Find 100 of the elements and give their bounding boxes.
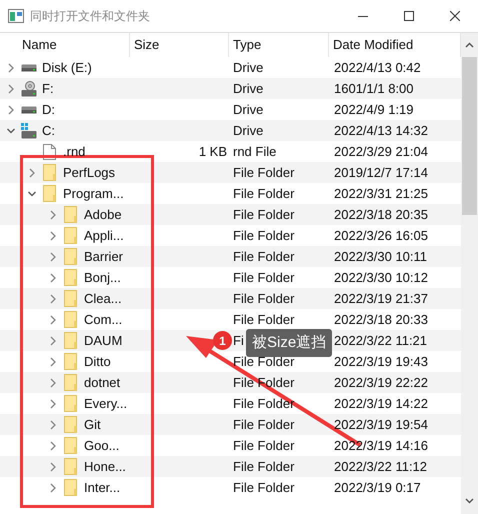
close-icon (450, 11, 460, 21)
item-date: 2022/3/29 21:04 (334, 144, 428, 159)
folder-icon (64, 395, 77, 412)
expand-chevron-icon[interactable] (49, 294, 57, 304)
collapse-chevron-icon[interactable] (7, 126, 15, 136)
expand-chevron-icon[interactable] (49, 252, 57, 262)
item-date: 2022/3/19 22:22 (334, 374, 428, 390)
item-date: 2022/3/22 11:21 (334, 332, 428, 348)
item-name: .rnd (63, 142, 86, 161)
expand-chevron-icon[interactable] (49, 272, 57, 282)
item-date: 2022/3/19 14:22 (334, 396, 428, 411)
scroll-thumb[interactable] (462, 57, 477, 215)
item-type: Drive (233, 122, 264, 138)
item-date: 2022/3/30 10:12 (334, 270, 428, 285)
folder-icon (64, 374, 77, 391)
expand-chevron-icon[interactable] (28, 168, 36, 178)
expand-chevron-icon[interactable] (49, 230, 57, 240)
item-name: Inter... (84, 478, 120, 497)
item-name: Git (84, 416, 101, 434)
item-name: dotnet (84, 374, 120, 392)
hard-drive-icon (20, 64, 36, 72)
item-name: Appli... (84, 226, 124, 245)
item-name: F: (42, 80, 54, 98)
folder-icon (64, 353, 77, 370)
folder-icon (43, 185, 56, 202)
item-date: 2022/4/13 14:32 (334, 122, 428, 138)
item-date: 2019/12/7 17:14 (334, 164, 428, 180)
item-type: File Folder (233, 290, 294, 306)
folder-icon (64, 458, 77, 475)
item-type: File Folder (233, 186, 294, 201)
expand-chevron-icon[interactable] (49, 420, 57, 430)
folder-icon (64, 479, 77, 496)
item-type: File Folder (233, 228, 294, 243)
scroll-up-icon[interactable] (465, 42, 474, 48)
tree-row[interactable]: Git File Folder 2022/3/19 19:54 (0, 414, 461, 435)
item-date: 2022/3/19 14:16 (334, 438, 428, 453)
item-date: 2022/4/13 0:42 (334, 60, 421, 75)
item-type: Fi (233, 332, 244, 348)
expand-chevron-icon[interactable] (49, 356, 57, 366)
item-date: 2022/3/19 19:43 (334, 354, 428, 369)
item-type: Drive (233, 102, 264, 117)
tree-row[interactable]: PerfLogs File Folder 2019/12/7 17:14 (0, 162, 461, 183)
expand-chevron-icon[interactable] (7, 84, 15, 94)
app-icon (8, 9, 24, 23)
expand-chevron-icon[interactable] (7, 62, 15, 72)
tree-row[interactable]: Adobe File Folder 2022/3/18 20:35 (0, 204, 461, 225)
tree-row[interactable]: F: Drive 1601/1/1 8:00 (0, 78, 461, 99)
item-name: Disk (E:) (42, 58, 92, 77)
item-size: 1 KB (198, 142, 227, 161)
tree-row[interactable]: Barrier File Folder 2022/3/30 10:11 (0, 246, 461, 267)
item-name: D: (42, 100, 55, 119)
item-type: File Folder (233, 480, 294, 495)
item-type: Drive (233, 60, 264, 75)
folder-icon (64, 227, 77, 244)
item-type: Drive (233, 80, 264, 96)
tree-row[interactable]: Hone... File Folder 2022/3/22 11:12 (0, 456, 461, 477)
item-type: File Folder (233, 270, 294, 285)
expand-chevron-icon[interactable] (7, 104, 15, 114)
expand-chevron-icon[interactable] (49, 336, 57, 346)
maximize-icon (404, 11, 414, 21)
item-type: File Folder (233, 396, 294, 411)
item-name: Adobe (84, 206, 122, 224)
folder-icon (43, 164, 56, 181)
item-date: 2022/3/19 0:17 (334, 480, 421, 495)
window-title: 同时打开文件和文件夹 (30, 8, 150, 25)
expand-chevron-icon[interactable] (49, 398, 57, 408)
expand-chevron-icon[interactable] (49, 210, 57, 220)
item-name: Every... (84, 394, 128, 413)
expand-chevron-icon[interactable] (49, 440, 57, 450)
item-type: File Folder (233, 416, 294, 432)
expand-chevron-icon[interactable] (49, 482, 57, 492)
hard-drive-icon (20, 106, 36, 114)
tree-row[interactable]: Clea... File Folder 2022/3/19 21:37 (0, 288, 461, 309)
folder-icon (64, 311, 77, 328)
item-type: rnd File (233, 144, 276, 159)
item-date: 2022/3/18 20:35 (334, 206, 428, 222)
item-name: Bonj... (84, 268, 121, 287)
expand-chevron-icon[interactable] (49, 314, 57, 324)
item-date: 2022/4/9 1:19 (334, 102, 414, 117)
item-date: 2022/3/19 19:54 (334, 416, 428, 432)
tree-row[interactable]: C: Drive 2022/4/13 14:32 (0, 120, 461, 141)
item-date: 2022/3/26 16:05 (334, 228, 428, 243)
scrollbar[interactable] (461, 33, 478, 514)
collapse-chevron-icon[interactable] (28, 188, 36, 198)
folder-icon (64, 206, 77, 223)
expand-chevron-icon[interactable] (49, 378, 57, 388)
item-type: File Folder (233, 438, 294, 453)
item-date: 1601/1/1 8:00 (334, 80, 414, 96)
folder-icon (64, 416, 77, 433)
item-name: Hone... (84, 458, 126, 476)
item-name: DAUM (84, 332, 122, 350)
item-name: C: (42, 122, 55, 140)
folder-icon (64, 269, 77, 286)
scroll-down-icon[interactable] (465, 498, 474, 504)
item-date: 2022/3/30 10:11 (334, 248, 428, 264)
expand-chevron-icon[interactable] (49, 462, 57, 472)
item-name: Barrier (84, 248, 124, 266)
item-type: File Folder (233, 458, 294, 474)
item-name: Clea... (84, 290, 122, 308)
item-name: Program... (63, 184, 124, 203)
